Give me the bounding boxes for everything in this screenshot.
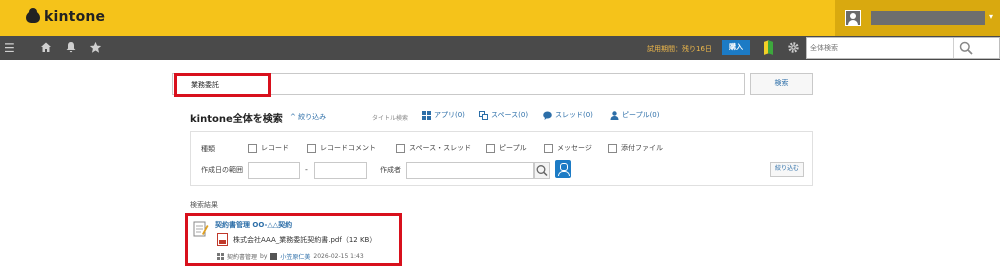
result-title-link[interactable]: 契約書管理 OO-△△契約 <box>215 220 292 230</box>
chevron-up-icon: ^ <box>290 113 296 121</box>
type-label: 種類 <box>201 145 215 153</box>
attachment-link[interactable]: 株式会社AAA_業務委託契約書.pdf（12 KB） <box>233 235 376 245</box>
result-meta: 契約書管理 by 小笠原仁美 2026-02-15 1:43 <box>217 252 364 261</box>
avatar <box>845 10 861 26</box>
result-app-name[interactable]: 契約書管理 <box>227 252 257 261</box>
gear-icon[interactable] <box>787 41 800 57</box>
star-icon[interactable] <box>89 41 102 57</box>
menu-icon[interactable]: ☰ <box>4 41 15 55</box>
app-icon <box>422 110 431 120</box>
search-button[interactable]: 検索 <box>750 73 813 95</box>
type-attachment-checkbox[interactable]: 添付ファイル <box>608 143 663 153</box>
type-message-checkbox[interactable]: メッセージ <box>544 143 592 153</box>
kintone-logo-icon <box>26 8 40 23</box>
highlight-box <box>174 73 271 97</box>
category-people[interactable]: ピープル(0) <box>610 110 660 120</box>
trial-remaining-text: 試用期間：残り16日 <box>647 45 712 53</box>
record-icon <box>193 221 209 238</box>
logo-text: kintone <box>44 9 106 25</box>
people-icon <box>610 110 619 120</box>
type-people-checkbox[interactable]: ピープル <box>486 143 527 153</box>
result-date: 2026-02-15 1:43 <box>313 253 364 260</box>
user-icon <box>270 253 278 260</box>
type-record-checkbox[interactable]: レコード <box>248 143 289 153</box>
category-label: スペース(0) <box>491 111 529 119</box>
thread-icon <box>543 111 552 120</box>
buy-button[interactable]: 購入 <box>722 40 750 55</box>
kintone-logo[interactable]: kintone <box>26 8 106 25</box>
beginner-mark-icon[interactable] <box>764 40 773 55</box>
global-search <box>806 37 1000 59</box>
username-redacted <box>871 11 985 25</box>
category-label: スレッド(0) <box>555 111 593 119</box>
user-menu[interactable]: ▾ <box>835 0 1000 36</box>
chevron-down-icon[interactable]: ▾ <box>989 12 993 21</box>
category-apps[interactable]: アプリ(0) <box>422 110 465 120</box>
category-label: アプリ(0) <box>434 111 465 119</box>
pdf-file-icon <box>217 233 228 246</box>
type-record-comment-checkbox[interactable]: レコードコメント <box>307 143 376 153</box>
date-to-input[interactable] <box>314 162 367 179</box>
app-icon <box>217 253 224 260</box>
divider <box>953 38 954 58</box>
category-spaces[interactable]: スペース(0) <box>479 110 528 120</box>
creator-label: 作成者 <box>380 166 401 174</box>
narrow-button[interactable]: 絞り込む <box>770 162 804 177</box>
bell-icon[interactable] <box>65 41 77 56</box>
narrow-toggle-link[interactable]: ^ 絞り込み <box>290 112 326 122</box>
results-label: 検索結果 <box>190 201 218 209</box>
global-search-input[interactable] <box>810 41 950 55</box>
search-icon <box>536 165 548 177</box>
narrow-link-label: 絞り込み <box>298 113 327 121</box>
top-header: kintone ▾ <box>0 0 1000 36</box>
search-icon[interactable] <box>959 41 973 57</box>
home-icon[interactable] <box>40 41 52 56</box>
title-search-label[interactable]: タイトル検索 <box>372 113 408 122</box>
date-from-input[interactable] <box>248 162 300 179</box>
category-threads[interactable]: スレッド(0) <box>543 110 593 120</box>
space-icon <box>479 110 488 120</box>
type-space-thread-checkbox[interactable]: スペース・スレッド <box>396 143 471 153</box>
creator-input[interactable] <box>406 162 534 179</box>
category-label: ピープル(0) <box>622 111 660 119</box>
result-user[interactable]: 小笠原仁美 <box>280 252 310 261</box>
page-title: kintone全体を検索 <box>190 114 283 125</box>
date-range-label: 作成日の範囲 <box>201 166 243 174</box>
date-separator: - <box>305 165 308 174</box>
user-select-icon[interactable] <box>555 160 571 178</box>
creator-search-button[interactable] <box>534 162 550 179</box>
by-text: by <box>260 253 268 260</box>
